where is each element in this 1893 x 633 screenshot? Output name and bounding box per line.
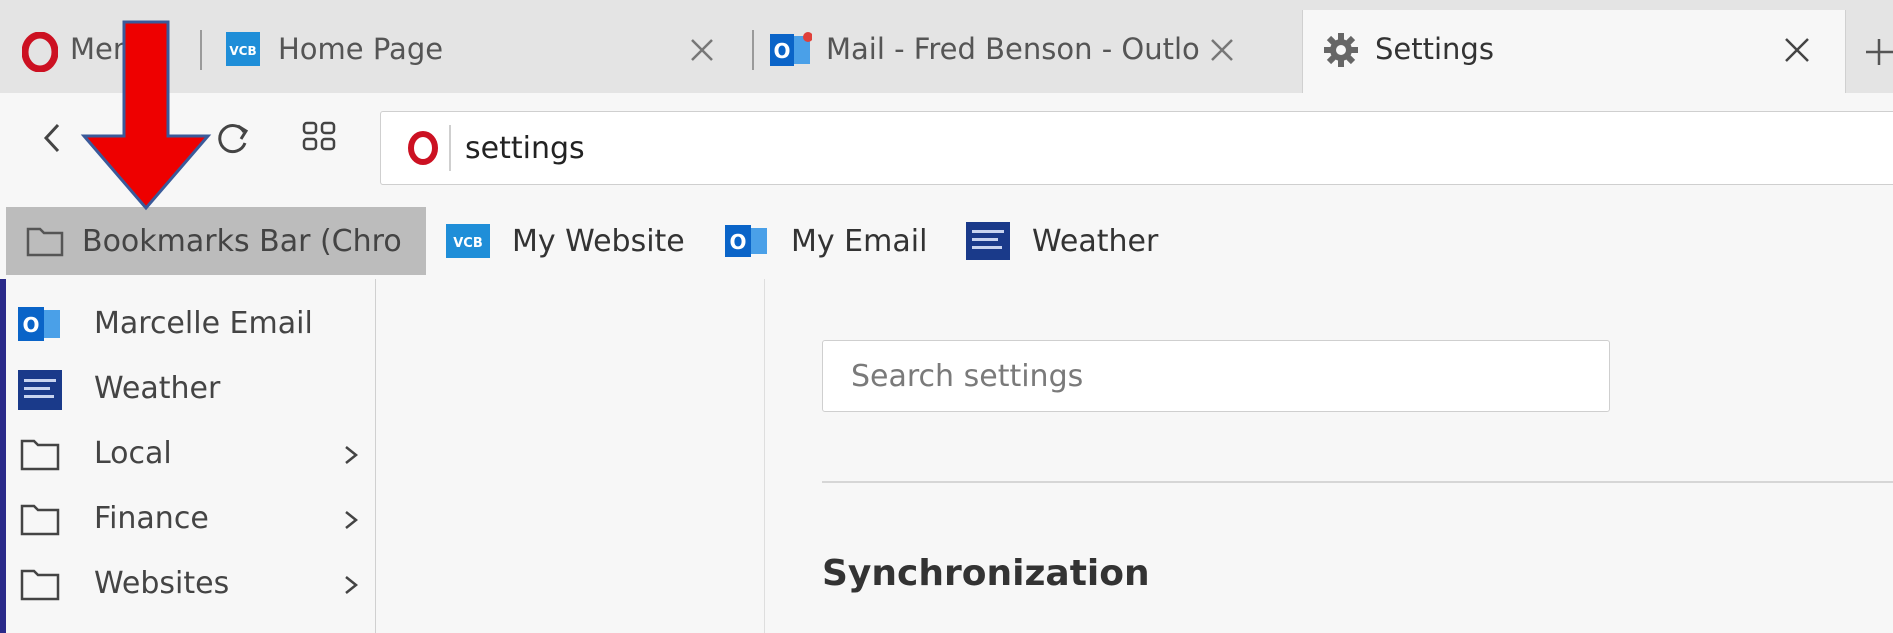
dropdown-item-label: Marcelle Email: [94, 306, 313, 341]
folder-icon: [18, 435, 62, 475]
close-icon[interactable]: [1202, 30, 1242, 70]
address-bar[interactable]: settings: [380, 111, 1893, 185]
bookmark-label: My Website: [512, 223, 685, 259]
gear-icon: [1323, 32, 1359, 68]
tab-settings[interactable]: Settings: [1302, 10, 1846, 93]
tab-mail[interactable]: O Mail - Fred Benson - Outlo: [762, 10, 1302, 93]
tab-label: Mail - Fred Benson - Outlo: [826, 32, 1200, 66]
reload-icon[interactable]: [208, 113, 258, 163]
dropdown-item-label: Finance: [94, 501, 209, 536]
chevron-right-icon: [336, 569, 366, 601]
folder-icon: [18, 500, 62, 540]
dropdown-item-label: Weather: [94, 371, 221, 406]
tab-label: Home Page: [278, 32, 444, 66]
dropdown-item-label: Websites: [94, 566, 230, 601]
address-url[interactable]: settings: [465, 131, 585, 166]
tab-home-page[interactable]: VCB Home Page: [212, 10, 752, 93]
section-divider: [822, 481, 1893, 483]
bookmark-weather[interactable]: Weather: [966, 209, 1158, 273]
bookmark-label: Weather: [1032, 223, 1159, 259]
search-settings-input[interactable]: [822, 340, 1610, 412]
back-icon[interactable]: [28, 113, 78, 163]
tab-separator: [752, 30, 754, 70]
svg-text:O: O: [773, 39, 790, 63]
bookmarks-bar: Bookmarks Bar (Chro VCB My Website O My …: [0, 203, 1893, 280]
close-icon[interactable]: [1777, 30, 1817, 70]
tab-strip: Menu VCB Home Page O Mail - Fred Benson …: [0, 0, 1893, 94]
outlook-icon: O: [725, 224, 769, 258]
dropdown-folder-websites[interactable]: Websites: [6, 555, 376, 615]
vcb-icon: VCB: [446, 224, 490, 258]
tab-label: Settings: [1375, 32, 1494, 66]
opera-icon: [407, 130, 439, 166]
weather-channel-icon: [966, 222, 1010, 260]
folder-icon: [26, 225, 64, 257]
close-icon[interactable]: [682, 30, 722, 70]
svg-text:VCB: VCB: [229, 44, 256, 58]
bookmark-label: My Email: [791, 223, 928, 259]
outlook-icon: O: [770, 32, 812, 68]
opera-icon: [22, 32, 58, 72]
dropdown-item-label: Local: [94, 436, 172, 471]
dropdown-folder-local[interactable]: Local: [6, 425, 376, 485]
outlook-icon: O: [18, 305, 62, 345]
svg-text:O: O: [729, 230, 746, 254]
bookmark-my-website[interactable]: VCB My Website: [446, 209, 685, 273]
bookmarks-bar-folder[interactable]: Bookmarks Bar (Chro: [6, 207, 426, 275]
bookmark-my-email[interactable]: O My Email: [725, 209, 927, 273]
new-tab-icon[interactable]: [1862, 35, 1893, 69]
chevron-right-icon: [336, 439, 366, 471]
bookmarks-folder-label: Bookmarks Bar (Chro: [82, 223, 402, 259]
dropdown-folder-finance[interactable]: Finance: [6, 490, 376, 550]
speed-dial-icon[interactable]: [294, 113, 344, 163]
bookmarks-dropdown: O Marcelle Email Weather Local Finance W…: [0, 279, 376, 633]
red-arrow-annotation: [80, 20, 212, 212]
address-separator: [449, 125, 451, 171]
dropdown-item-marcelle-email[interactable]: O Marcelle Email: [6, 295, 376, 355]
svg-text:O: O: [22, 313, 39, 337]
folder-icon: [18, 565, 62, 605]
weather-channel-icon: [18, 370, 62, 410]
settings-sidebar: [376, 279, 765, 633]
chevron-right-icon: [336, 504, 366, 536]
dropdown-item-weather[interactable]: Weather: [6, 360, 376, 420]
navigation-toolbar: settings: [0, 93, 1893, 203]
section-title: Synchronization: [822, 553, 1150, 594]
vcb-icon: VCB: [226, 32, 260, 66]
svg-text:VCB: VCB: [453, 236, 483, 251]
